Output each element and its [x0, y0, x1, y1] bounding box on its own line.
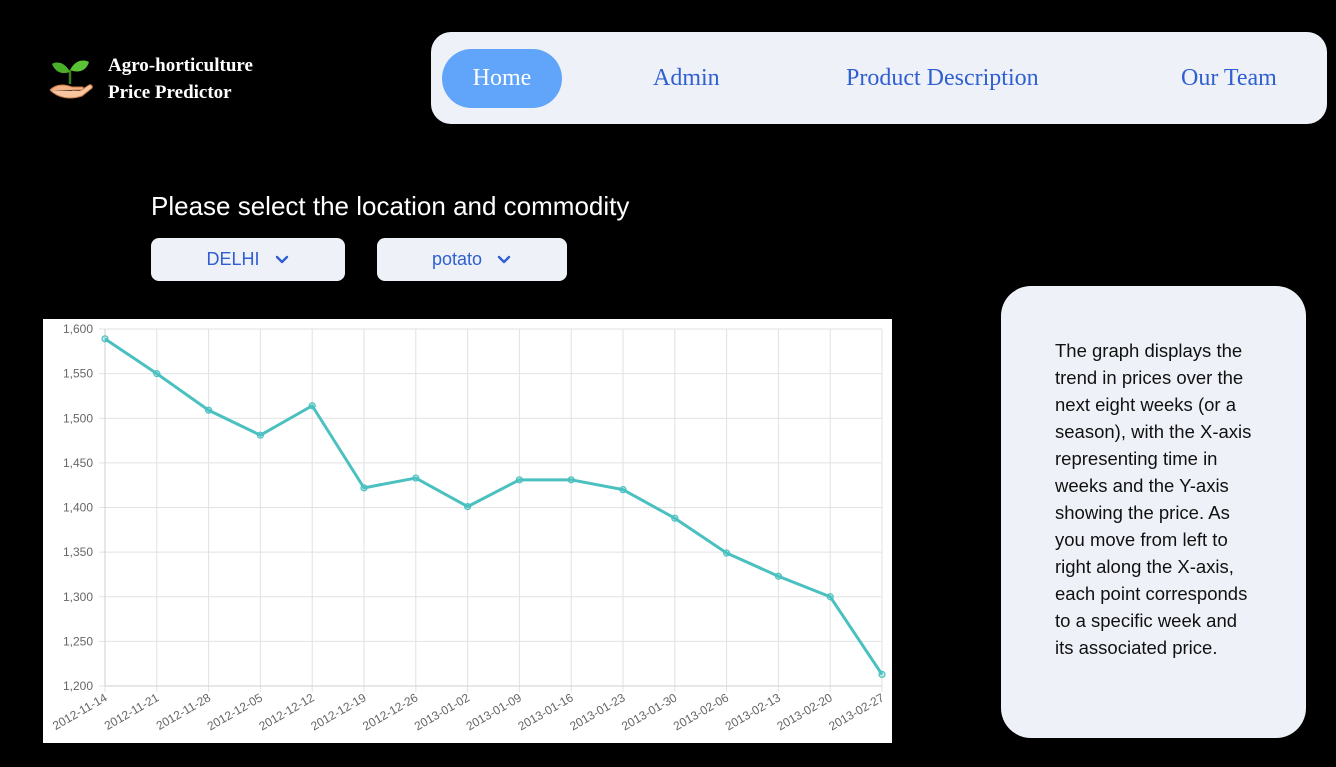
data-point: [205, 406, 213, 414]
data-point: [671, 514, 679, 522]
chevron-down-icon: [497, 255, 511, 263]
nav-bar: Home Admin Product Description Our Team: [431, 32, 1327, 124]
price-chart-svg: 1,200 1,250 1,300 1,350 1,400 1,450 1,500 1,550…: [50, 322, 887, 733]
y-tick-label: 1,200: [63, 679, 93, 693]
y-tick-label: 1,600: [63, 322, 93, 336]
x-tick-label: 2013-02-13: [723, 690, 783, 733]
x-tick-label: 2013-02-06: [671, 690, 731, 733]
x-tick-label: 2012-12-12: [257, 690, 317, 733]
plant-hand-icon: [49, 60, 93, 99]
x-tick-label: 2013-01-23: [567, 690, 627, 733]
data-point: [774, 572, 783, 580]
price-series-line: [104, 337, 884, 676]
data-point: [360, 484, 368, 492]
data-point: [878, 670, 886, 678]
x-tick-label: 2013-01-30: [619, 690, 679, 733]
data-point: [101, 335, 109, 343]
data-point: [515, 476, 523, 484]
brand: Agro-horticulture Price Predictor: [46, 52, 253, 106]
x-tick-label: 2012-12-19: [308, 690, 368, 733]
location-select[interactable]: DELHI: [151, 238, 345, 281]
data-point: [826, 593, 834, 601]
x-tick-label: 2013-02-20: [775, 690, 835, 733]
x-tick-label: 2013-01-16: [516, 690, 576, 733]
y-tick-label: 1,300: [63, 590, 93, 604]
data-point: [308, 402, 316, 410]
nav-item-admin[interactable]: Admin: [653, 49, 720, 108]
data-point: [619, 486, 627, 494]
x-tick-label: 2012-12-05: [205, 690, 265, 733]
y-tick-label: 1,450: [63, 456, 93, 470]
data-point: [567, 476, 575, 484]
nav-item-product-description[interactable]: Product Description: [846, 49, 1039, 108]
x-tick-label: 2012-11-14: [50, 690, 110, 733]
chevron-down-icon: [275, 255, 288, 263]
data-point: [722, 549, 731, 557]
x-tick-label: 2012-12-26: [360, 690, 420, 733]
x-tick-label: 2013-02-27: [826, 690, 886, 733]
commodity-select[interactable]: potato: [377, 238, 567, 281]
x-tick-label: 2013-01-09: [464, 690, 524, 733]
y-tick-label: 1,350: [63, 545, 93, 559]
nav-item-home[interactable]: Home: [442, 49, 562, 108]
data-point: [464, 503, 472, 511]
info-panel: The graph displays the trend in prices o…: [1001, 286, 1306, 738]
commodity-select-value: potato: [431, 249, 483, 269]
data-point: [256, 431, 264, 439]
location-select-value: DELHI: [206, 249, 260, 269]
brand-title-line1: Agro-horticulture: [108, 55, 253, 76]
x-tick-label: 2012-11-28: [154, 690, 214, 733]
selector-prompt: Please select the location and commodity: [151, 191, 630, 221]
info-text: The graph displays the trend in prices o…: [1055, 340, 1252, 658]
x-tick-label: 2012-11-21: [102, 690, 162, 733]
y-tick-label: 1,550: [63, 367, 93, 381]
data-point: [153, 370, 161, 378]
y-tick-label: 1,500: [63, 411, 93, 425]
brand-title: Agro-horticulture Price Predictor: [108, 52, 253, 106]
x-tick-label: 2013-01-02: [412, 690, 472, 733]
nav-item-our-team[interactable]: Our Team: [1181, 49, 1277, 108]
data-point: [412, 474, 420, 482]
price-chart: 1,200 1,250 1,300 1,350 1,400 1,450 1,500 1,550…: [43, 319, 892, 743]
y-tick-label: 1,400: [63, 501, 93, 515]
y-tick-label: 1,250: [63, 634, 93, 648]
brand-title-line2: Price Predictor: [108, 82, 232, 103]
